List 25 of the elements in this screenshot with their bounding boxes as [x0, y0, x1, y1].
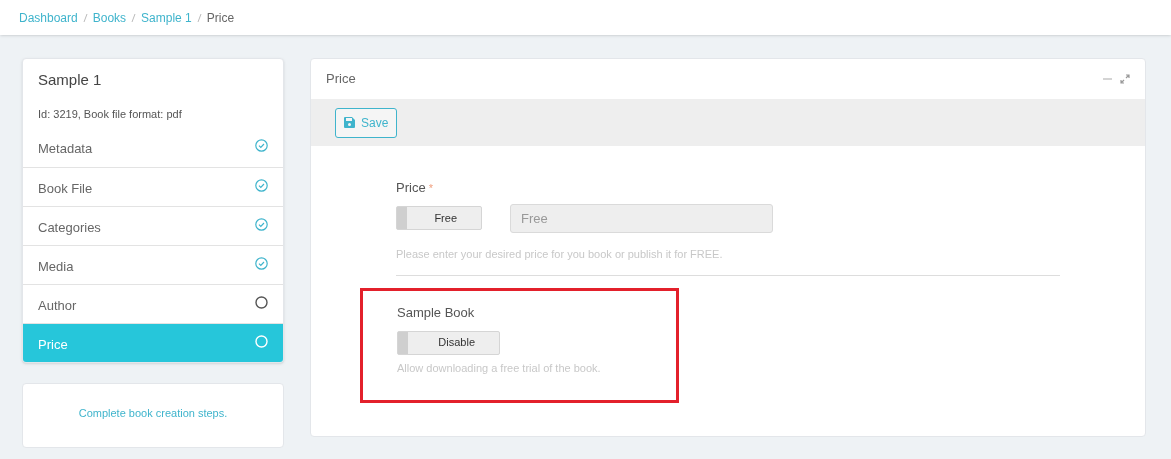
field-label: Price: [396, 179, 426, 197]
step-item[interactable]: Book File: [23, 167, 283, 206]
breadcrumb-current: Price: [206, 9, 235, 27]
separator-icon: [82, 13, 88, 22]
required-mark: *: [428, 180, 433, 196]
toggle-switch[interactable]: Disable: [397, 330, 500, 355]
check-circle-icon: [255, 257, 268, 270]
expand-icon[interactable]: [1120, 74, 1130, 84]
field-label: Sample Book: [397, 304, 476, 322]
check-circle-icon: [255, 139, 268, 152]
check-circle-icon: [255, 179, 268, 192]
step-item[interactable]: Metadata: [23, 128, 283, 167]
book-title: Sample 1: [37, 70, 103, 90]
panel-title: Price: [326, 70, 356, 89]
check-circle-icon: [255, 218, 268, 231]
step-item[interactable]: Media: [23, 245, 283, 284]
circle-icon: [255, 296, 268, 309]
note-text: Complete book creation steps.: [78, 407, 228, 419]
save-icon: [344, 117, 355, 128]
separator-icon: [196, 13, 202, 22]
separator-icon: [131, 13, 137, 22]
book-info: Id: 3219, Book file format: pdf: [37, 106, 183, 122]
toggle-switch[interactable]: Free: [396, 206, 482, 230]
step-item[interactable]: Categories: [23, 206, 283, 245]
circle-icon: [255, 335, 268, 348]
